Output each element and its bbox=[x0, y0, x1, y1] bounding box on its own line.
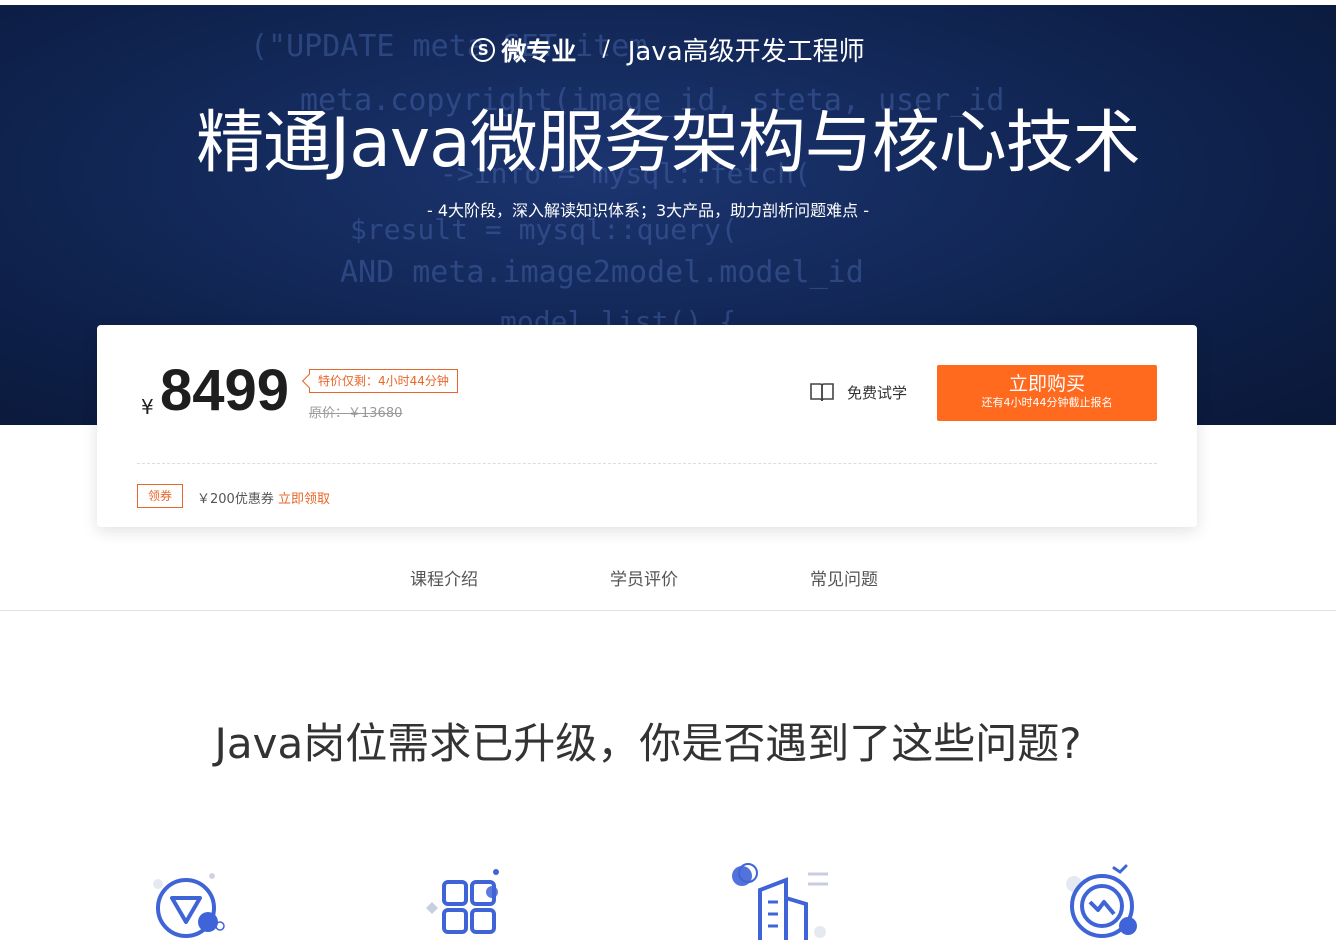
triangle-circle-icon bbox=[153, 873, 225, 938]
category-label[interactable]: Java高级开发工程师 bbox=[628, 31, 865, 68]
price-card: ¥ 8499 特价仅剩：4小时44分钟 原价：￥13680 免费试学 立即购买 … bbox=[97, 325, 1197, 527]
buy-now-label: 立即购买 bbox=[1008, 373, 1085, 395]
card-divider bbox=[137, 463, 1157, 464]
buy-deadline-label: 还有4小时44分钟截止报名 bbox=[981, 396, 1113, 409]
brand-name: 微专业 bbox=[501, 36, 577, 66]
free-trial-label: 免费试学 bbox=[847, 383, 908, 402]
page-title: 精通Java微服务架构与核心技术 bbox=[196, 104, 1141, 183]
book-icon bbox=[810, 383, 834, 402]
promo-countdown-tag: 特价仅剩：4小时44分钟 bbox=[309, 369, 458, 393]
grid-blocks-icon bbox=[426, 869, 499, 934]
course-tabs: 课程介绍 学员评价 常见问题 bbox=[0, 565, 1336, 595]
tab-faq[interactable]: 常见问题 bbox=[810, 565, 878, 590]
currency-symbol: ¥ bbox=[141, 395, 154, 419]
tab-course-intro[interactable]: 课程介绍 bbox=[410, 565, 478, 590]
coupon-info: ￥200优惠券 立即领取 bbox=[197, 488, 330, 507]
page-subtitle: - 4大阶段，深入解读知识体系；3大产品，助力剖析问题难点 - bbox=[426, 201, 870, 220]
section-title: Java岗位需求已升级，你是否遇到了这些问题? bbox=[214, 719, 1082, 768]
buy-now-button[interactable]: 立即购买 还有4小时44分钟截止报名 bbox=[937, 365, 1157, 421]
coupon-badge: 领券 bbox=[137, 484, 183, 508]
breadcrumb-separator: / bbox=[602, 37, 610, 62]
coupon-amount: ￥200优惠券 bbox=[197, 492, 274, 507]
brand-mark-icon: S bbox=[471, 37, 496, 62]
free-trial-button[interactable]: 免费试学 bbox=[809, 381, 907, 403]
tabs-divider bbox=[0, 610, 1336, 611]
original-price: 原价：￥13680 bbox=[309, 406, 403, 421]
claim-coupon-link[interactable]: 立即领取 bbox=[278, 492, 330, 507]
code-line: AND meta.image2model.model_id bbox=[340, 255, 864, 290]
building-icon bbox=[732, 863, 828, 940]
price-value: 8499 bbox=[160, 358, 290, 423]
hero-breadcrumb: S 微专业 / Java高级开发工程师 bbox=[0, 31, 1336, 68]
refresh-chart-icon bbox=[1066, 864, 1137, 938]
brand-logo[interactable]: S 微专业 bbox=[471, 32, 576, 68]
tab-student-reviews[interactable]: 学员评价 bbox=[610, 565, 678, 590]
